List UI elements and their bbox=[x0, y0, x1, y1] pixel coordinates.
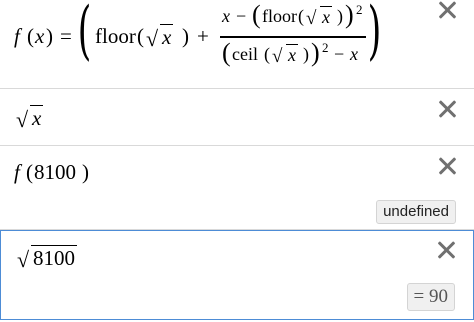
sqrt-symbol-4: √ x bbox=[16, 105, 44, 132]
function-name: f bbox=[14, 24, 20, 48]
result-badge: = 90 bbox=[406, 283, 455, 311]
sqrt-expression: √ 8100 bbox=[17, 245, 77, 272]
numerator-x: x bbox=[222, 6, 230, 26]
function-argument: 8100 bbox=[34, 160, 76, 184]
sqrt-expression: √ x bbox=[16, 105, 44, 132]
denominator-x: x bbox=[350, 44, 358, 64]
sqrt-symbol-3: √ x bbox=[272, 44, 298, 67]
expression-row-4[interactable]: √ 8100 = 90 bbox=[0, 230, 474, 320]
close-icon[interactable] bbox=[438, 0, 456, 18]
close-icon[interactable] bbox=[438, 99, 456, 117]
sqrt-symbol: √ x bbox=[146, 24, 174, 51]
exponent-2: 2 bbox=[322, 40, 329, 55]
floor-label-2: floor bbox=[262, 6, 297, 26]
close-icon[interactable] bbox=[438, 156, 456, 174]
big-left-paren: ( bbox=[77, 0, 92, 68]
ceil-label: ceil bbox=[232, 44, 258, 64]
function-name: f bbox=[14, 160, 20, 184]
expression-row-1[interactable]: f ( x ) = ( floor ( √ x ) + x − ( floor (… bbox=[0, 0, 474, 89]
expression-row-2[interactable]: √ x bbox=[0, 89, 474, 146]
floor-label: floor bbox=[95, 24, 136, 48]
big-right-paren: ) bbox=[367, 0, 382, 68]
function-variable: x bbox=[35, 24, 45, 48]
sqrt-symbol-5: √ 8100 bbox=[17, 245, 77, 272]
exponent-1: 2 bbox=[356, 2, 363, 17]
fraction-bar bbox=[220, 36, 366, 38]
sqrt-symbol-2: √ x bbox=[306, 6, 332, 29]
plus-sign: + bbox=[197, 24, 209, 48]
equals-sign: = bbox=[60, 24, 72, 48]
expression-row-3[interactable]: f ( 8100 ) undefined bbox=[0, 146, 474, 230]
close-icon[interactable] bbox=[437, 240, 455, 258]
result-badge: undefined bbox=[376, 200, 456, 224]
